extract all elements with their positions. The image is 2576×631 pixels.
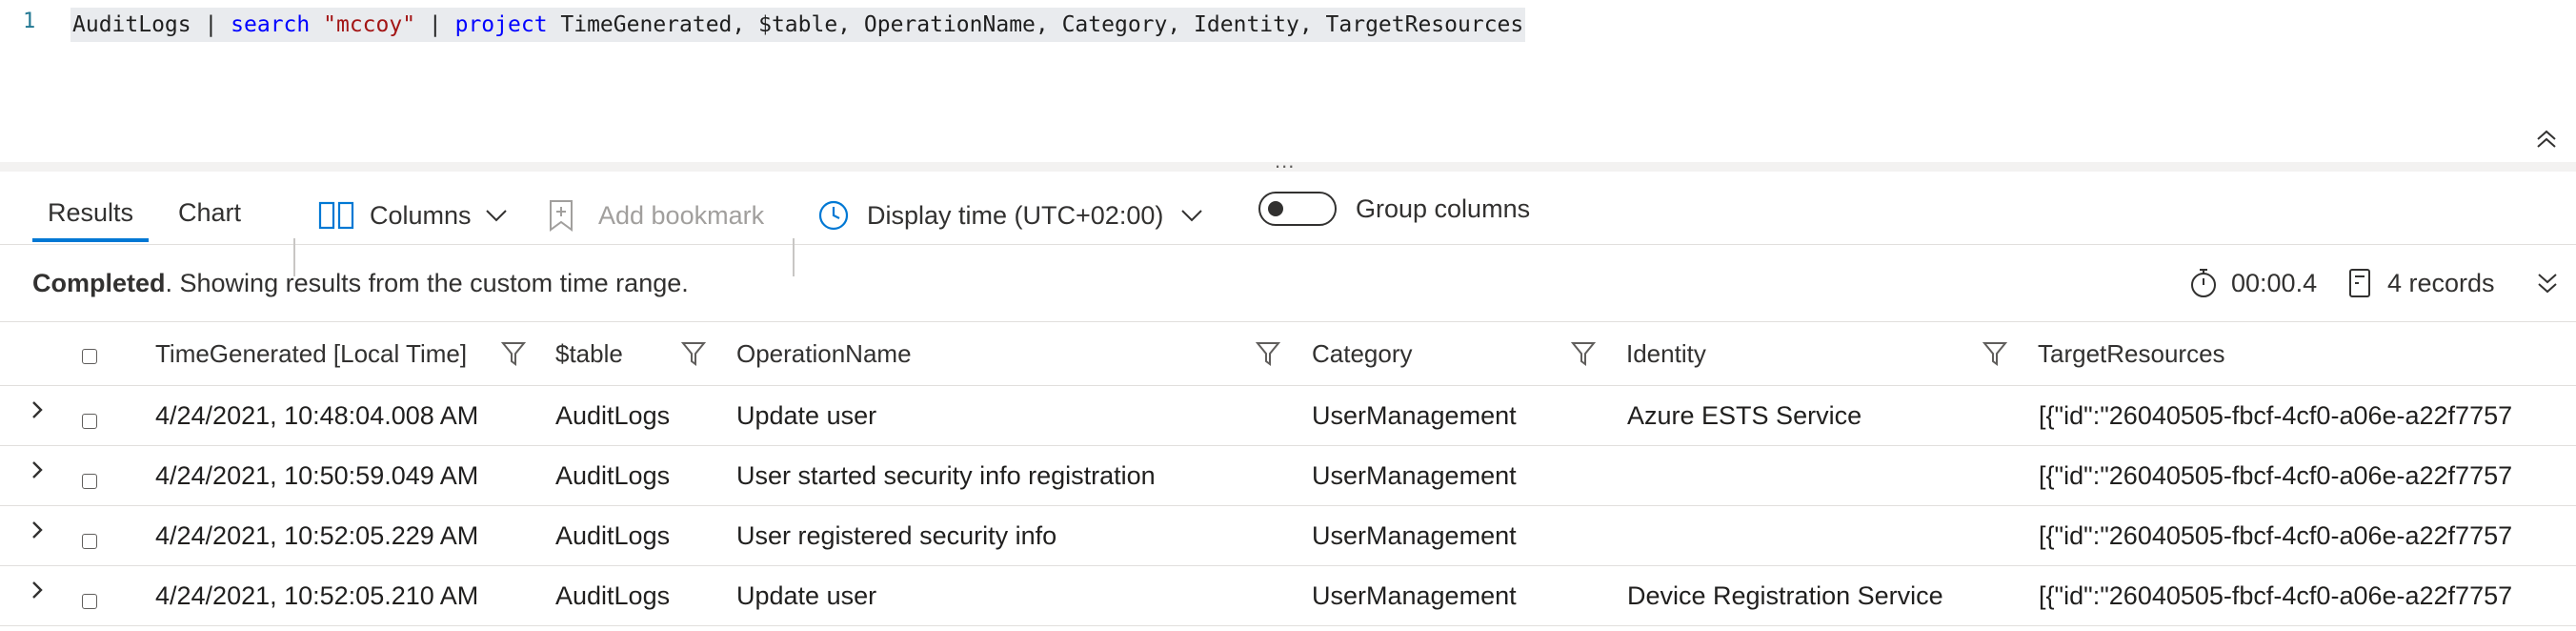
group-columns-toggle[interactable] (1258, 192, 1337, 226)
query-token: TimeGenerated, $table, OperationName, Ca… (547, 12, 1524, 37)
status-completed: Completed (32, 269, 166, 297)
records-icon (2349, 269, 2370, 297)
duration-value: 00:00.4 (2231, 268, 2318, 297)
stopwatch-icon (2191, 269, 2216, 297)
cell-identity: Azure ESTS Service (1627, 401, 1862, 430)
row-checkbox[interactable] (82, 474, 97, 489)
query-token: search (231, 12, 311, 37)
toggle-knob (1268, 201, 1283, 216)
query-duration: 00:00.4 (2189, 266, 2317, 300)
column-header-category[interactable]: Category (1312, 337, 1413, 370)
filter-icon[interactable] (501, 340, 526, 367)
cell-timegenerated: 4/24/2021, 10:52:05.229 AM (155, 521, 479, 550)
cell-operationname: User registered security info (736, 521, 1057, 550)
cell-targetresources: [{"id":"26040505-fbcf-4cf0-a06e-a22f7757 (2039, 401, 2513, 430)
cell-table: AuditLogs (555, 581, 671, 610)
column-header-identity[interactable]: Identity (1626, 337, 1706, 370)
row-checkbox[interactable] (82, 414, 97, 429)
cell-table: AuditLogs (555, 401, 671, 430)
records-value: 4 records (2387, 268, 2495, 297)
query-token (310, 12, 323, 37)
query-status-bar: Completed. Showing results from the cust… (0, 245, 2576, 322)
grid-header: TimeGenerated [Local Time] $table Operat… (0, 322, 2576, 386)
add-bookmark-button[interactable]: Add bookmark (547, 193, 764, 238)
add-bookmark-label: Add bookmark (598, 200, 765, 230)
line-number: 1 (23, 10, 36, 33)
cell-targetresources: [{"id":"26040505-fbcf-4cf0-a06e-a22f7757 (2039, 461, 2513, 490)
query-code-line[interactable]: AuditLogs | search "mccoy" | project Tim… (70, 8, 1526, 42)
cell-timegenerated: 4/24/2021, 10:50:59.049 AM (155, 461, 479, 490)
cell-targetresources: [{"id":"26040505-fbcf-4cf0-a06e-a22f7757 (2039, 581, 2513, 610)
query-token: | (415, 12, 455, 37)
columns-button[interactable]: Columns (318, 193, 508, 238)
columns-icon (318, 201, 354, 230)
chevron-down-icon (485, 210, 507, 222)
records-count: 4 records (2347, 266, 2495, 300)
cell-operationname: Update user (736, 401, 877, 430)
query-token: project (454, 12, 548, 37)
display-time-label: Display time (UTC+02:00) (867, 200, 1164, 230)
filter-icon[interactable] (1982, 340, 2007, 367)
column-header-table[interactable]: $table (555, 337, 623, 370)
status-detail: . Showing results from the custom time r… (165, 269, 689, 297)
collapse-up-icon[interactable] (2534, 127, 2559, 152)
table-row[interactable]: 4/24/2021, 10:52:05.210 AM AuditLogs Upd… (0, 566, 2576, 626)
cell-category: UserManagement (1312, 461, 1517, 490)
cell-table: AuditLogs (555, 461, 671, 490)
cell-timegenerated: 4/24/2021, 10:52:05.210 AM (155, 581, 479, 610)
cell-identity: Device Registration Service (1627, 581, 1943, 610)
row-checkbox[interactable] (82, 594, 97, 609)
filter-icon[interactable] (1571, 340, 1596, 367)
chevron-right-icon[interactable] (29, 399, 46, 420)
tab-chart[interactable]: Chart (178, 172, 241, 242)
table-row[interactable]: 4/24/2021, 10:52:05.229 AM AuditLogs Use… (0, 506, 2576, 566)
columns-label: Columns (370, 200, 472, 230)
cell-operationname: Update user (736, 581, 877, 610)
splitter-handle[interactable]: ... (1275, 151, 1295, 172)
cell-targetresources: [{"id":"26040505-fbcf-4cf0-a06e-a22f7757 (2039, 521, 2513, 550)
query-editor[interactable]: 1 AuditLogs | search "mccoy" | project T… (0, 0, 2576, 162)
cell-table: AuditLogs (555, 521, 671, 550)
cell-category: UserManagement (1312, 581, 1517, 610)
tab-results[interactable]: Results (31, 172, 150, 242)
chevron-down-icon (1181, 210, 1203, 222)
status-message: Completed. Showing results from the cust… (32, 266, 689, 300)
filter-icon[interactable] (681, 340, 706, 367)
table-row[interactable]: 4/24/2021, 10:48:04.008 AM AuditLogs Upd… (0, 386, 2576, 446)
filter-icon[interactable] (1256, 340, 1280, 367)
chevron-right-icon[interactable] (29, 519, 46, 540)
clock-icon (818, 200, 849, 231)
display-time-dropdown[interactable]: Display time (UTC+02:00) (817, 193, 1203, 238)
column-header-timegenerated[interactable]: TimeGenerated [Local Time] (155, 337, 467, 370)
cell-timegenerated: 4/24/2021, 10:48:04.008 AM (155, 401, 479, 430)
cell-category: UserManagement (1312, 521, 1517, 550)
expand-down-icon[interactable] (2536, 271, 2559, 297)
select-all-checkbox[interactable] (82, 349, 97, 364)
table-row[interactable]: 4/24/2021, 10:50:59.049 AM AuditLogs Use… (0, 446, 2576, 506)
chevron-right-icon[interactable] (29, 580, 46, 600)
column-header-targetresources[interactable]: TargetResources (2038, 337, 2225, 370)
query-token: AuditLogs | (72, 12, 231, 37)
bookmark-icon (550, 200, 573, 232)
row-checkbox[interactable] (82, 534, 97, 549)
query-token: "mccoy" (323, 12, 416, 37)
column-header-operationname[interactable]: OperationName (736, 337, 912, 370)
cell-category: UserManagement (1312, 401, 1517, 430)
cell-operationname: User started security info registration (736, 461, 1156, 490)
chevron-right-icon[interactable] (29, 459, 46, 480)
group-columns-label: Group columns (1356, 194, 1531, 223)
